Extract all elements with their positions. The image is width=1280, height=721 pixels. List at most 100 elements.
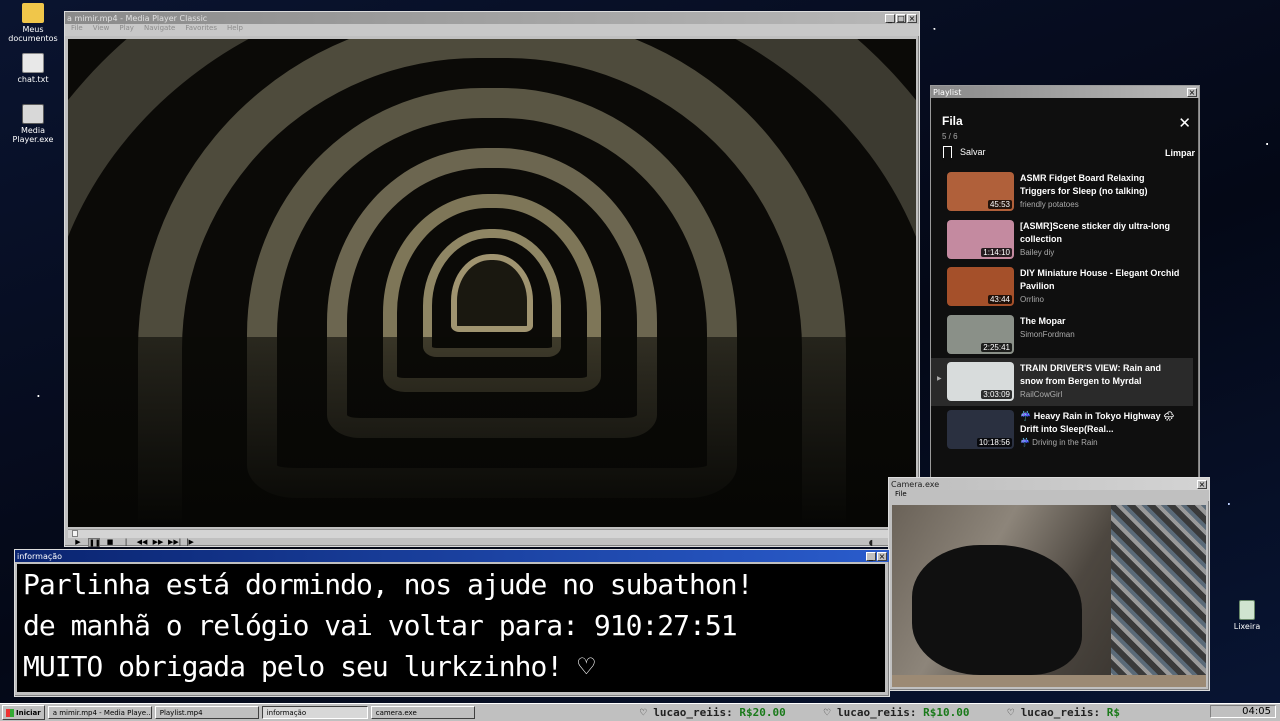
- stop-icon[interactable]: ■: [104, 538, 116, 547]
- channel-name[interactable]: Bailey diy: [1020, 248, 1180, 257]
- task-camera[interactable]: camera.exe: [370, 706, 475, 719]
- title-bar[interactable]: informação _ ×: [15, 550, 889, 562]
- window-title: Camera.exe: [891, 479, 940, 489]
- desktop-icon-recycle-bin[interactable]: Lixeira: [1216, 600, 1278, 631]
- queue-item[interactable]: 10:18:56 ☔ Heavy Rain in Tokyo Highway 🌧 …: [931, 406, 1193, 454]
- queue-item[interactable]: 43:44 DIY Miniature House - Elegant Orchi…: [931, 263, 1193, 311]
- maximize-button[interactable]: □: [896, 13, 906, 23]
- close-button[interactable]: ×: [907, 13, 917, 23]
- task-media-player[interactable]: a mimir.mp4 - Media Playe...: [47, 706, 152, 719]
- channel-name[interactable]: RailCowGirl: [1020, 390, 1180, 399]
- video-thumbnail[interactable]: 43:44: [947, 267, 1014, 306]
- menu-favorites[interactable]: Favorites: [185, 24, 217, 36]
- donation-amount: R$20.00: [739, 706, 786, 719]
- frame-step-icon[interactable]: |▶: [184, 538, 196, 547]
- close-button[interactable]: ×: [877, 551, 887, 561]
- channel-name[interactable]: ☔ Driving in the Rain: [1020, 438, 1180, 447]
- video-duration: 3:03:09: [981, 390, 1012, 399]
- pause-icon[interactable]: ❚❚: [88, 537, 101, 547]
- video-frame[interactable]: [68, 39, 916, 527]
- donation-amount: R$10.00: [923, 706, 970, 719]
- queue-item[interactable]: 45:53 ASMR Fidget Board Relaxing Triggers…: [931, 168, 1193, 216]
- patterned-blanket: [1111, 505, 1206, 687]
- queue-heading: Fila: [942, 114, 963, 128]
- close-icon[interactable]: ✕: [1178, 116, 1191, 131]
- skip-forward-icon[interactable]: ▶▶|: [168, 538, 181, 547]
- video-thumbnail[interactable]: 45:53: [947, 172, 1014, 211]
- close-button[interactable]: ×: [1187, 87, 1197, 97]
- start-label: Iniciar: [16, 708, 41, 717]
- save-button[interactable]: Salvar: [943, 146, 986, 161]
- video-meta: [ASMR]Scene sticker diy ultra-long colle…: [1020, 220, 1180, 257]
- video-title[interactable]: DIY Miniature House - Elegant Orchid Pav…: [1020, 267, 1180, 293]
- window-title: a mimir.mp4 - Media Player Classic: [67, 13, 208, 23]
- menu-navigate[interactable]: Navigate: [144, 24, 175, 36]
- camera-window: Camera.exe × File: [888, 477, 1210, 691]
- video-title[interactable]: ☔ Heavy Rain in Tokyo Highway 🌧 Drift in…: [1020, 410, 1180, 436]
- minimize-button[interactable]: _: [866, 551, 876, 561]
- seek-handle[interactable]: [72, 530, 78, 537]
- donation-entry: ♡ lucao_reiis: R$: [1007, 706, 1120, 719]
- queue-position: 5 / 6: [942, 132, 958, 141]
- heart-icon: ♡: [1007, 706, 1021, 719]
- camera-menu-file[interactable]: File: [889, 490, 1209, 501]
- menu-help[interactable]: Help: [227, 24, 243, 36]
- info-line: Parlinha está dormindo, nos ajude no sub…: [23, 568, 753, 601]
- menu-file[interactable]: File: [71, 24, 83, 36]
- video-title[interactable]: ASMR Fidget Board Relaxing Triggers for …: [1020, 172, 1180, 198]
- video-title[interactable]: [ASMR]Scene sticker diy ultra-long colle…: [1020, 220, 1180, 246]
- start-button[interactable]: Iniciar: [2, 705, 45, 720]
- tunnel-floor: [68, 337, 916, 527]
- video-thumbnail[interactable]: 10:18:56: [947, 409, 1014, 449]
- windows-logo-icon: [6, 708, 14, 717]
- queue-item[interactable]: 1:14:10 [ASMR]Scene sticker diy ultra-lon…: [931, 216, 1193, 264]
- menu-bar: File View Play Navigate Favorites Help: [65, 24, 919, 36]
- desktop-icon-label: Media Player.exe: [12, 126, 54, 144]
- title-bar[interactable]: a mimir.mp4 - Media Player Classic _ □ ×: [65, 12, 919, 24]
- desktop-icon-documents[interactable]: Meus documentos: [2, 3, 64, 43]
- rewind-icon[interactable]: ◀◀: [136, 538, 148, 547]
- system-clock: 04:05: [1210, 705, 1276, 718]
- channel-name[interactable]: friendly potatoes: [1020, 200, 1180, 209]
- mattress-edge: [892, 675, 1206, 687]
- video-meta: ☔ Heavy Rain in Tokyo Highway 🌧 Drift in…: [1020, 410, 1180, 447]
- video-duration: 1:14:10: [981, 247, 1012, 257]
- desktop-icon-label: Lixeira: [1233, 622, 1261, 631]
- close-button[interactable]: ×: [1197, 479, 1207, 489]
- title-bar[interactable]: Playlist ×: [931, 86, 1199, 98]
- bookmark-icon: [943, 146, 952, 161]
- info-message: Parlinha está dormindo, nos ajude no sub…: [17, 564, 885, 692]
- menu-play[interactable]: Play: [119, 24, 134, 36]
- title-bar[interactable]: Camera.exe ×: [889, 478, 1209, 490]
- video-duration: 2:25:41: [981, 342, 1012, 352]
- queue-item[interactable]: 2:25:41 The Mopar SimonFordman: [931, 311, 1193, 359]
- volume-icon[interactable]: ◖: [869, 538, 873, 547]
- video-thumbnail[interactable]: 2:25:41: [947, 314, 1014, 354]
- video-title[interactable]: TRAIN DRIVER'S VIEW: Rain and snow from …: [1020, 362, 1180, 388]
- donor-name: lucao_reiis:: [836, 706, 917, 719]
- playlist-window: Playlist × Fila 5 / 6 ✕ Salvar Limpar 45…: [930, 85, 1200, 479]
- video-thumbnail[interactable]: 3:03:09: [947, 362, 1014, 401]
- skip-back-icon[interactable]: |◀◀: [120, 538, 132, 555]
- folder-icon: [22, 3, 44, 23]
- desktop-icon-media-player[interactable]: Media Player.exe: [2, 104, 64, 144]
- menu-view[interactable]: View: [93, 24, 110, 36]
- video-meta: ASMR Fidget Board Relaxing Triggers for …: [1020, 172, 1180, 209]
- fast-forward-icon[interactable]: ▶▶: [152, 538, 164, 547]
- task-playlist[interactable]: Playlist.mp4: [154, 706, 259, 719]
- queue-item[interactable]: 3:03:09 TRAIN DRIVER'S VIEW: Rain and sno…: [931, 358, 1193, 406]
- desktop-icon-label: Meus documentos: [8, 25, 58, 43]
- task-info[interactable]: informação: [261, 706, 368, 719]
- channel-name[interactable]: SimonFordman: [1020, 330, 1180, 339]
- play-icon[interactable]: ▶: [72, 538, 84, 547]
- window-title: Playlist: [933, 87, 962, 97]
- minimize-button[interactable]: _: [885, 13, 895, 23]
- info-line: de manhã o relógio vai voltar para: 910:…: [23, 609, 738, 642]
- channel-name[interactable]: Orrlino: [1020, 295, 1180, 304]
- desktop-icon-chat[interactable]: chat.txt: [2, 53, 64, 84]
- donation-entry: ♡ lucao_reiis: R$10.00: [824, 706, 970, 719]
- video-title[interactable]: The Mopar: [1020, 315, 1180, 328]
- clear-button[interactable]: Limpar: [1165, 148, 1195, 158]
- video-duration: 45:53: [987, 200, 1012, 209]
- video-thumbnail[interactable]: 1:14:10: [947, 219, 1014, 259]
